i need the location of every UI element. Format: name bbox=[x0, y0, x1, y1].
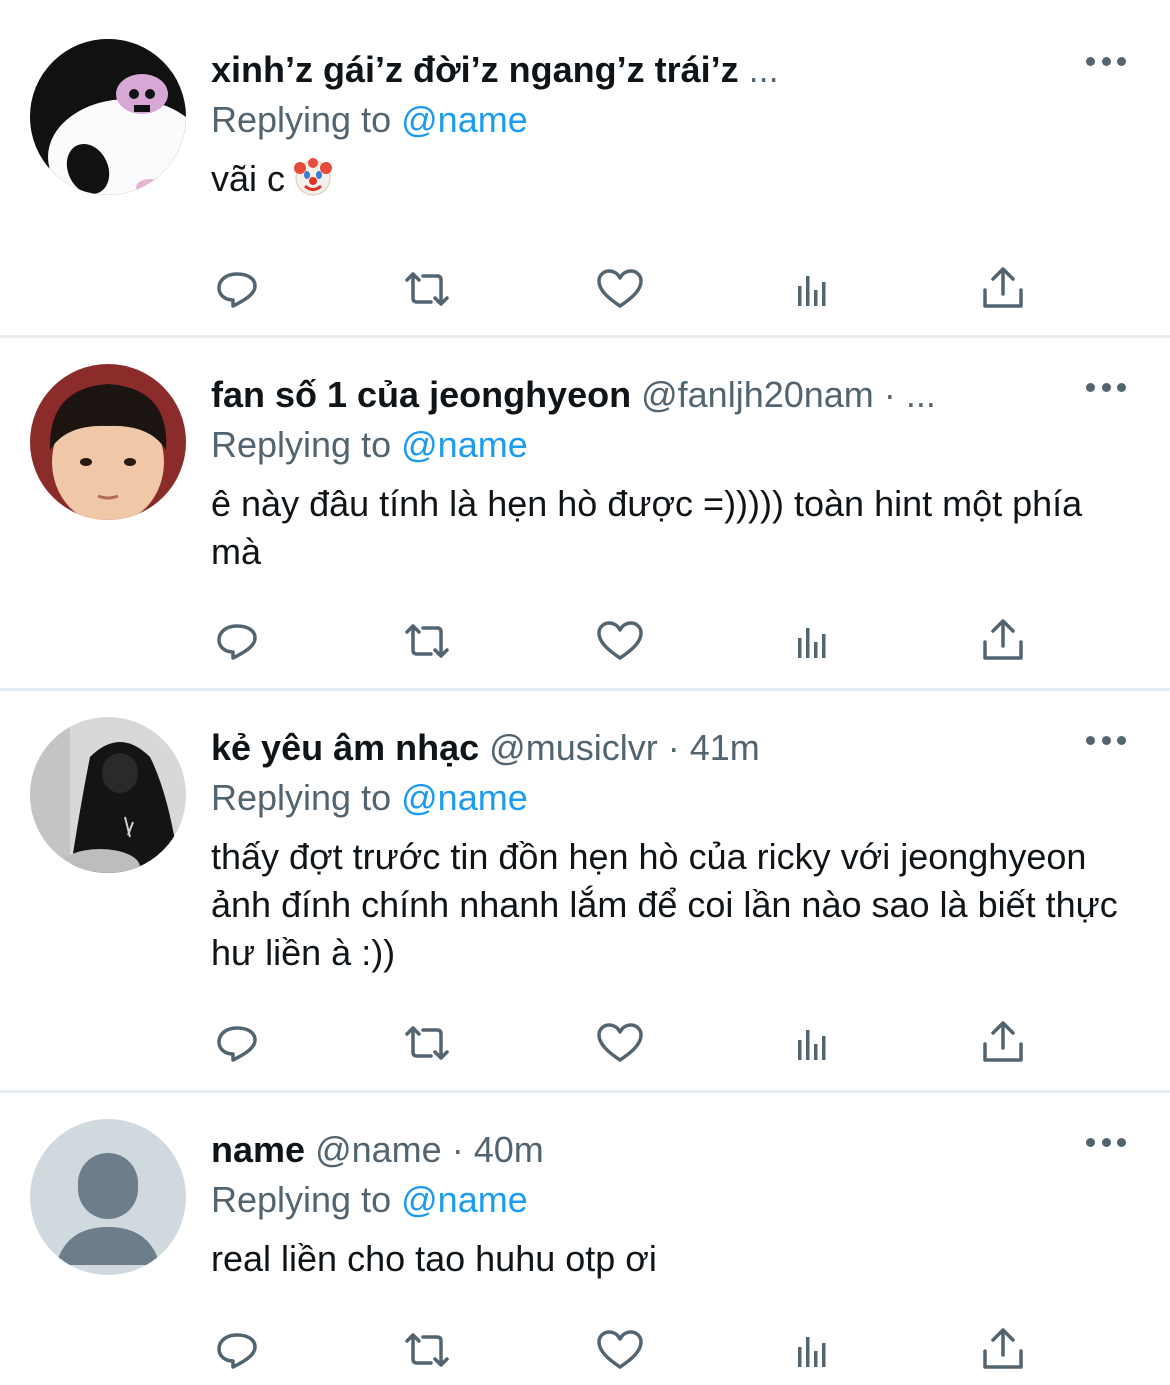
reply-mention-link[interactable]: @name bbox=[401, 1179, 528, 1220]
more-options-button[interactable] bbox=[1086, 1135, 1126, 1149]
share-button[interactable] bbox=[977, 616, 1029, 666]
separator-dot: · bbox=[883, 374, 896, 415]
more-options-button[interactable] bbox=[1086, 54, 1126, 68]
avatar[interactable] bbox=[30, 1119, 186, 1275]
tweet-text: ê này đâu tính là hẹn hò được =))))) toà… bbox=[211, 483, 1083, 572]
retweet-button[interactable] bbox=[401, 1018, 453, 1068]
like-icon bbox=[597, 621, 643, 660]
share-icon bbox=[983, 619, 1023, 660]
like-button[interactable] bbox=[594, 616, 646, 666]
analytics-icon bbox=[798, 1337, 826, 1367]
user-handle[interactable]: @musiclvr bbox=[489, 727, 658, 768]
header-ellipsis: ... bbox=[748, 49, 779, 90]
replying-to-line: Replying to @name bbox=[211, 419, 1130, 471]
avatar[interactable] bbox=[30, 717, 186, 873]
tweet-actions bbox=[211, 616, 1041, 666]
like-icon bbox=[597, 1023, 643, 1062]
reply-button[interactable] bbox=[211, 1325, 263, 1375]
reply-icon bbox=[217, 1333, 257, 1369]
like-button[interactable] bbox=[594, 264, 646, 314]
reply-button[interactable] bbox=[211, 616, 263, 666]
hooded-person-avatar-image bbox=[30, 717, 186, 873]
reply-button[interactable] bbox=[211, 1018, 263, 1068]
analytics-button[interactable] bbox=[786, 264, 838, 314]
clown-face-emoji bbox=[294, 158, 333, 196]
analytics-icon bbox=[798, 276, 826, 306]
reply-icon bbox=[217, 1026, 257, 1062]
share-button[interactable] bbox=[977, 1018, 1029, 1068]
replying-to-line: Replying to @name bbox=[211, 94, 1130, 146]
tweet-text: thấy đợt trước tin đồn hẹn hò của ricky … bbox=[211, 836, 1118, 973]
tweet[interactable]: kẻ yêu âm nhạc @musiclvr · 41m Replying … bbox=[0, 691, 1170, 1093]
analytics-icon bbox=[798, 1030, 826, 1060]
avatar[interactable] bbox=[30, 39, 186, 195]
retweet-icon bbox=[405, 1026, 449, 1060]
share-icon bbox=[983, 1328, 1023, 1369]
analytics-button[interactable] bbox=[786, 1325, 838, 1375]
retweet-icon bbox=[405, 1333, 449, 1367]
share-icon bbox=[983, 1021, 1023, 1062]
like-icon bbox=[597, 269, 643, 308]
analytics-button[interactable] bbox=[786, 1018, 838, 1068]
retweet-button[interactable] bbox=[401, 616, 453, 666]
child-photo-avatar-image bbox=[30, 364, 186, 520]
share-button[interactable] bbox=[977, 1325, 1029, 1375]
tweet-text: vãi c bbox=[211, 155, 1130, 203]
more-options-button[interactable] bbox=[1086, 380, 1126, 394]
more-options-button[interactable] bbox=[1086, 733, 1126, 747]
kuromi-avatar-image bbox=[30, 39, 186, 195]
tweet[interactable]: fan số 1 của jeonghyeon @fanljh20nam · .… bbox=[0, 338, 1170, 691]
user-handle[interactable]: @name bbox=[315, 1129, 442, 1170]
reply-mention-link[interactable]: @name bbox=[401, 777, 528, 818]
avatar[interactable] bbox=[30, 364, 186, 520]
tweet-text: real liền cho tao huhu otp ơi bbox=[211, 1238, 657, 1279]
replying-to-line: Replying to @name bbox=[211, 772, 1130, 824]
default-profile-avatar-image bbox=[30, 1119, 186, 1275]
tweet[interactable]: xinh’z gái’z đời’z ngang’z trái’z ... Re… bbox=[0, 0, 1170, 338]
tweet-actions bbox=[211, 1325, 1041, 1375]
retweet-icon bbox=[405, 624, 449, 658]
reply-prefix: Replying to bbox=[211, 1179, 392, 1220]
retweet-icon bbox=[405, 272, 449, 306]
reply-icon bbox=[217, 272, 257, 308]
reply-mention-link[interactable]: @name bbox=[401, 99, 528, 140]
timestamp[interactable]: 41m bbox=[690, 727, 760, 768]
like-button[interactable] bbox=[594, 1325, 646, 1375]
header-ellipsis: ... bbox=[905, 374, 936, 415]
display-name[interactable]: fan số 1 của jeonghyeon bbox=[211, 374, 631, 415]
like-icon bbox=[597, 1330, 643, 1369]
reply-icon bbox=[217, 624, 257, 660]
tweet-text-content: vãi c bbox=[211, 158, 286, 199]
analytics-icon bbox=[798, 628, 826, 658]
display-name[interactable]: xinh’z gái’z đời’z ngang’z trái’z bbox=[211, 49, 739, 90]
share-icon bbox=[983, 267, 1023, 308]
tweet[interactable]: name @name · 40m Replying to @name real … bbox=[0, 1093, 1170, 1385]
share-button[interactable] bbox=[977, 264, 1029, 314]
retweet-button[interactable] bbox=[401, 1325, 453, 1375]
tweet-actions bbox=[211, 1018, 1041, 1068]
reply-prefix: Replying to bbox=[211, 777, 392, 818]
display-name[interactable]: kẻ yêu âm nhạc bbox=[211, 727, 479, 768]
reply-button[interactable] bbox=[211, 264, 263, 314]
reply-prefix: Replying to bbox=[211, 424, 392, 465]
replying-to-line: Replying to @name bbox=[211, 1174, 1130, 1226]
user-handle[interactable]: @fanljh20nam bbox=[641, 374, 874, 415]
separator-dot: · bbox=[667, 727, 680, 768]
retweet-button[interactable] bbox=[401, 264, 453, 314]
display-name[interactable]: name bbox=[211, 1129, 305, 1170]
separator-dot: · bbox=[451, 1129, 464, 1170]
analytics-button[interactable] bbox=[786, 616, 838, 666]
timestamp[interactable]: 40m bbox=[474, 1129, 544, 1170]
like-button[interactable] bbox=[594, 1018, 646, 1068]
reply-mention-link[interactable]: @name bbox=[401, 424, 528, 465]
tweet-actions bbox=[211, 264, 1041, 314]
reply-prefix: Replying to bbox=[211, 99, 392, 140]
